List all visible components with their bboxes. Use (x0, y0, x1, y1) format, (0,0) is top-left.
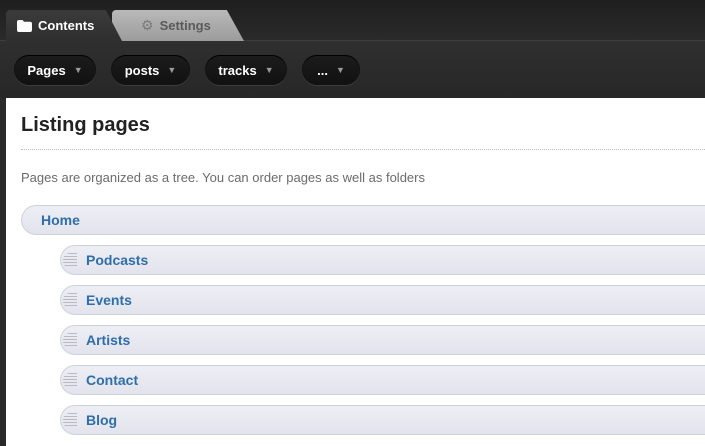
tree-row-podcasts[interactable]: Podcasts (60, 245, 705, 275)
chevron-down-icon: ▼ (264, 65, 274, 75)
drag-handle-icon[interactable] (63, 333, 77, 348)
tree-row-home[interactable]: Home (21, 205, 705, 235)
chevron-down-icon: ▼ (335, 65, 345, 75)
posts-dropdown-label: posts (124, 62, 160, 78)
more-dropdown-button[interactable]: ... ▼ (302, 55, 360, 85)
tracks-dropdown-button[interactable]: tracks ▼ (205, 55, 287, 85)
tree-row-label[interactable]: Blog (86, 412, 117, 428)
tab-contents-label: Contents (38, 18, 95, 33)
tree-row-contact[interactable]: Contact (60, 365, 705, 395)
chevron-down-icon: ▼ (73, 65, 83, 75)
tree-row-label[interactable]: Podcasts (86, 252, 148, 268)
pages-dropdown-button[interactable]: Pages ▼ (14, 55, 96, 85)
tree-row-artists[interactable]: Artists (60, 325, 705, 355)
tree-row-events[interactable]: Events (60, 285, 705, 315)
tab-bar: ⚙ Settings Contents (0, 0, 705, 41)
tree-row-label[interactable]: Artists (86, 332, 130, 348)
tree-row-label[interactable]: Contact (86, 372, 138, 388)
tab-settings[interactable]: ⚙ Settings (112, 10, 244, 41)
posts-dropdown-button[interactable]: posts ▼ (111, 55, 190, 85)
pages-dropdown-label: Pages (27, 62, 66, 78)
toolbar: Pages ▼ posts ▼ tracks ▼ ... ▼ (0, 40, 705, 98)
tree-row-blog[interactable]: Blog (60, 405, 705, 435)
tracks-dropdown-label: tracks (218, 62, 257, 78)
drag-handle-icon[interactable] (63, 253, 77, 268)
divider (21, 149, 705, 150)
drag-handle-icon[interactable] (63, 413, 77, 428)
page-title: Listing pages (21, 114, 150, 136)
tab-contents[interactable]: Contents (6, 10, 122, 41)
tab-settings-label: Settings (159, 18, 211, 33)
tree-row-label[interactable]: Events (86, 292, 132, 308)
more-dropdown-label: ... (317, 62, 328, 78)
main-content: Listing pages Pages are organized as a t… (6, 98, 705, 446)
page-description: Pages are organized as a tree. You can o… (21, 170, 425, 185)
gear-icon: ⚙ (141, 17, 154, 33)
tree-row-label[interactable]: Home (41, 212, 80, 228)
drag-handle-icon[interactable] (63, 373, 77, 388)
folder-icon (17, 19, 32, 32)
chevron-down-icon: ▼ (167, 65, 177, 75)
drag-handle-icon[interactable] (63, 293, 77, 308)
